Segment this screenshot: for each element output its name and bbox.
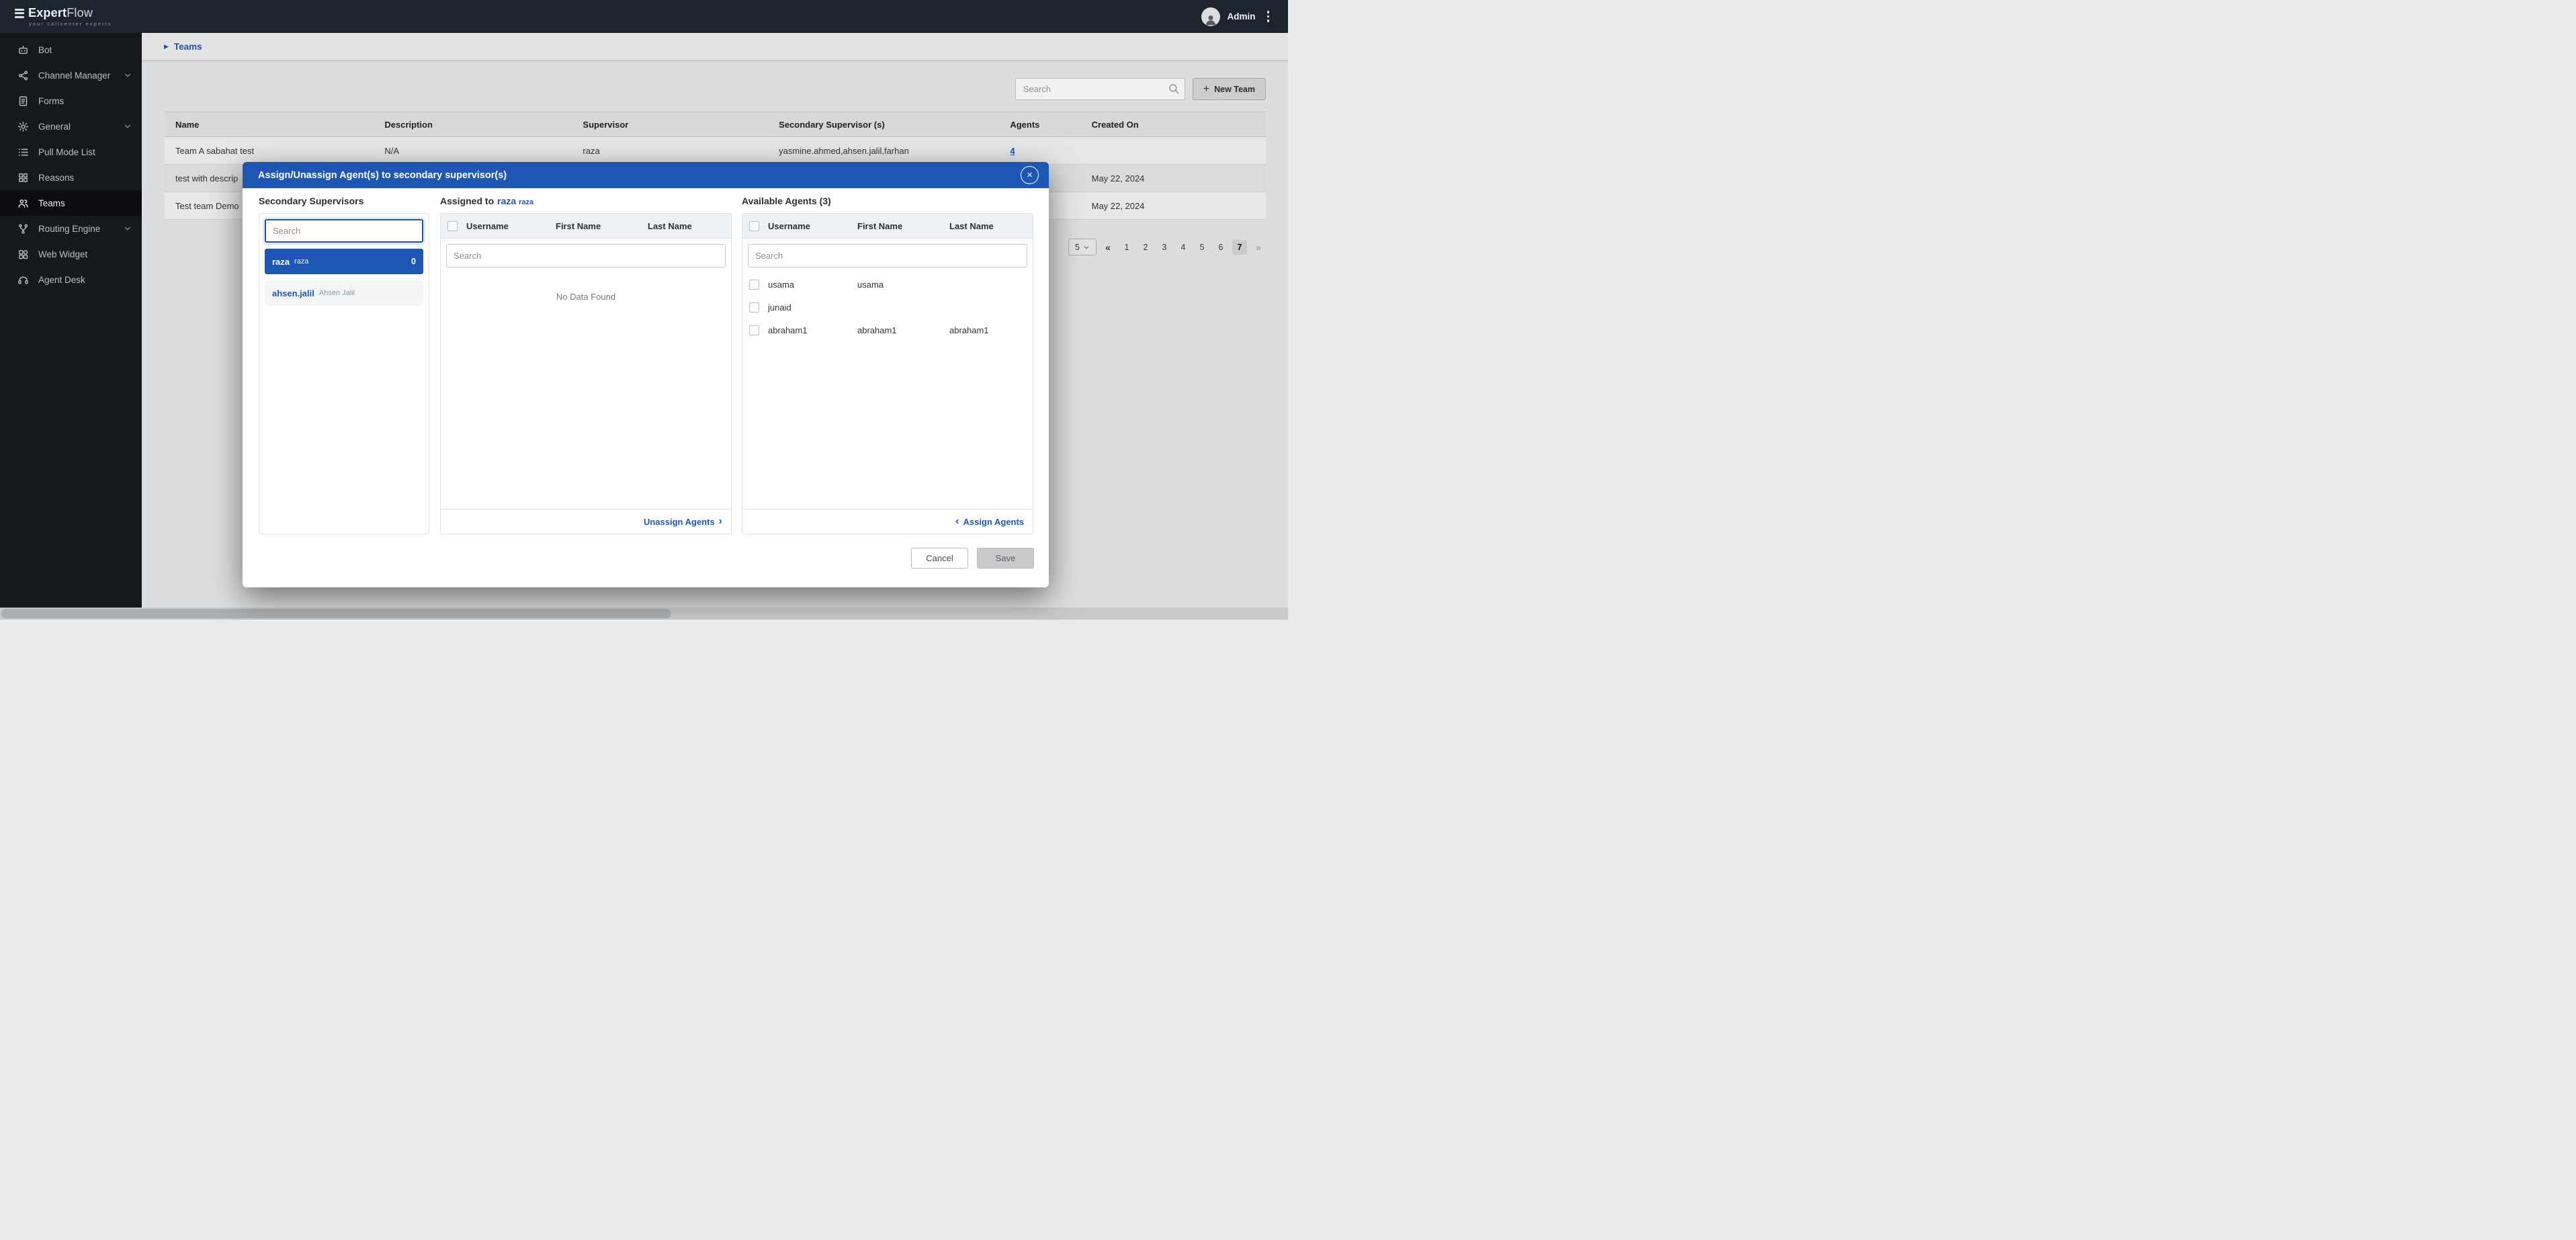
assigned-footer: Unassign Agents› xyxy=(441,509,731,534)
column-header-last-name: Last Name xyxy=(949,221,1033,231)
assigned-agents-panel: Username First Name Last Name No Data Fo… xyxy=(440,213,732,534)
agent-last-name: abraham1 xyxy=(949,325,1033,335)
modal-header: Assign/Unassign Agent(s) to secondary su… xyxy=(243,162,1049,188)
chevron-left-icon: ‹ xyxy=(955,516,959,527)
available-table-header: Username First Name Last Name xyxy=(742,214,1033,239)
no-data-text: No Data Found xyxy=(441,292,731,302)
agent-checkbox[interactable] xyxy=(749,280,759,290)
assigned-count-badge: 0 xyxy=(411,257,416,266)
agent-checkbox[interactable] xyxy=(749,325,759,335)
supervisors-heading: Secondary Supervisors xyxy=(259,196,363,206)
chevron-right-icon: › xyxy=(719,516,722,527)
assigned-heading: Assigned torazaraza xyxy=(440,196,533,206)
assign-agents-button[interactable]: ‹Assign Agents xyxy=(955,516,1024,527)
available-agents-list: usama usama junaid abraham1 abraham1 abr… xyxy=(742,273,1033,509)
supervisor-fullname: raza xyxy=(294,257,308,265)
agent-username: junaid xyxy=(768,302,857,313)
assigned-search-input[interactable] xyxy=(446,244,726,267)
column-header-first-name: First Name xyxy=(556,221,648,231)
supervisor-fullname: Ahsen Jalil xyxy=(319,289,355,297)
select-all-checkbox[interactable] xyxy=(749,221,759,231)
agent-first-name: usama xyxy=(857,280,949,290)
agent-checkbox[interactable] xyxy=(749,302,759,313)
supervisor-username: ahsen.jalil xyxy=(272,288,314,298)
app-window: ExpertFlow your callcenter experts Admin… xyxy=(0,0,1288,620)
supervisor-item-raza[interactable]: raza raza 0 xyxy=(265,249,423,274)
agent-row-abraham1[interactable]: abraham1 abraham1 abraham1 xyxy=(742,319,1033,341)
column-header-username: Username xyxy=(768,221,857,231)
supervisor-item-ahsen-jalil[interactable]: ahsen.jalil Ahsen Jalil xyxy=(265,280,423,306)
column-header-username: Username xyxy=(466,221,556,231)
available-search-input[interactable] xyxy=(748,244,1027,267)
modal-title: Assign/Unassign Agent(s) to secondary su… xyxy=(258,170,507,181)
save-button[interactable]: Save xyxy=(977,548,1034,569)
available-heading: Available Agents (3) xyxy=(742,196,831,206)
select-all-checkbox[interactable] xyxy=(447,221,458,231)
agent-row-usama[interactable]: usama usama xyxy=(742,273,1033,296)
agent-username: usama xyxy=(768,280,857,290)
modal-actions: Cancel Save xyxy=(911,548,1034,569)
supervisor-username: raza xyxy=(272,257,290,267)
assigned-agents-list: No Data Found xyxy=(441,273,731,509)
cancel-button[interactable]: Cancel xyxy=(911,548,968,569)
agent-row-junaid[interactable]: junaid xyxy=(742,296,1033,319)
close-icon[interactable]: × xyxy=(1021,166,1039,184)
supervisors-panel: raza raza 0 ahsen.jalil Ahsen Jalil xyxy=(259,213,429,534)
agent-username: abraham1 xyxy=(768,325,857,335)
available-footer: ‹Assign Agents xyxy=(742,509,1033,534)
supervisor-search-input[interactable] xyxy=(265,219,423,243)
assign-agents-modal: Assign/Unassign Agent(s) to secondary su… xyxy=(243,162,1049,587)
assigned-table-header: Username First Name Last Name xyxy=(441,214,731,239)
column-header-first-name: First Name xyxy=(857,221,949,231)
available-agents-panel: Username First Name Last Name usama usam… xyxy=(742,213,1033,534)
unassign-agents-button[interactable]: Unassign Agents› xyxy=(644,516,722,527)
agent-first-name: abraham1 xyxy=(857,325,949,335)
column-header-last-name: Last Name xyxy=(648,221,731,231)
